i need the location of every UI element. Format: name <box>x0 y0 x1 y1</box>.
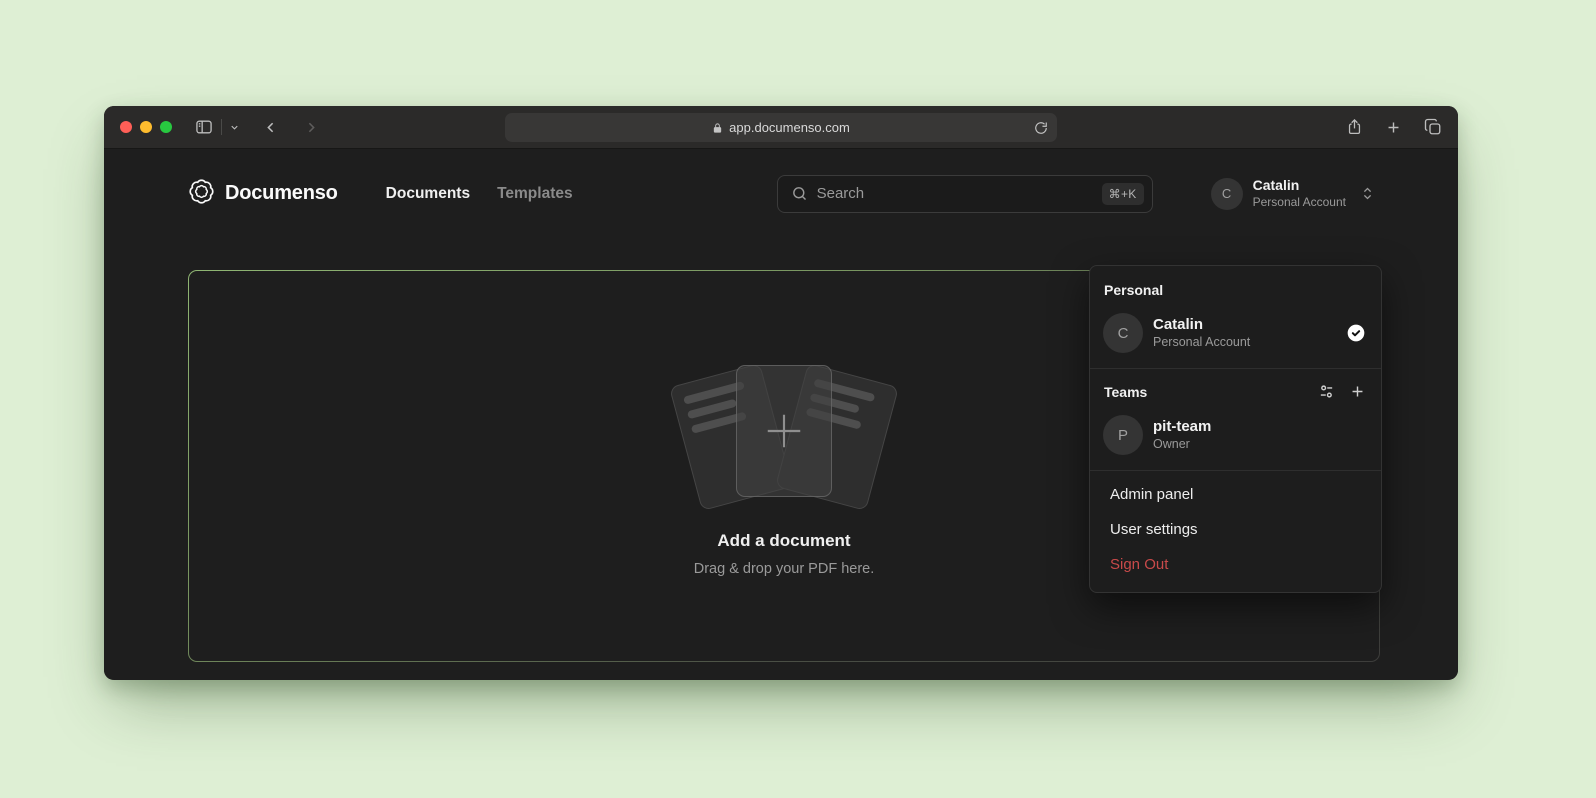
teams-section-header: Teams <box>1090 375 1381 408</box>
add-team-icon[interactable] <box>1349 383 1366 400</box>
lock-icon <box>712 122 723 134</box>
traffic-lights <box>120 121 172 133</box>
documenso-logo[interactable]: Documenso <box>188 178 338 210</box>
close-window-button[interactable] <box>120 121 132 133</box>
app-content: Documenso Documents Templates ⌘+K C Cata… <box>104 149 1458 679</box>
nav-item-templates[interactable]: Templates <box>497 185 573 203</box>
chevron-down-icon[interactable] <box>229 122 240 133</box>
chevrons-up-down-icon <box>1360 186 1375 201</box>
search-shortcut-badge: ⌘+K <box>1102 183 1144 205</box>
main-nav: Documents Templates <box>386 185 573 203</box>
account-subtitle: Personal Account <box>1253 195 1346 210</box>
nav-item-documents[interactable]: Documents <box>386 185 470 203</box>
team-role: Owner <box>1153 436 1211 452</box>
search-bar[interactable]: ⌘+K <box>777 175 1153 213</box>
avatar: C <box>1103 313 1143 353</box>
reload-icon[interactable] <box>1034 121 1048 135</box>
menu-divider <box>1090 368 1381 369</box>
team-item[interactable]: P pit-team Owner <box>1090 408 1381 464</box>
browser-toolbar: app.documenso.com <box>104 106 1458 149</box>
sidebar-icon[interactable] <box>194 117 214 137</box>
dropzone-subtitle: Drag & drop your PDF here. <box>694 561 875 577</box>
account-dropdown-menu: Personal C Catalin Personal Account Team… <box>1089 265 1382 593</box>
personal-account-item[interactable]: C Catalin Personal Account <box>1090 306 1381 362</box>
url-text: app.documenso.com <box>729 120 850 135</box>
share-icon[interactable] <box>1346 118 1363 136</box>
menu-item-admin-panel[interactable]: Admin panel <box>1090 477 1381 512</box>
zoom-window-button[interactable] <box>160 121 172 133</box>
address-bar[interactable]: app.documenso.com <box>505 113 1057 142</box>
documents-illustration <box>674 361 894 501</box>
selected-check-icon <box>1346 323 1366 343</box>
manage-teams-icon[interactable] <box>1318 383 1335 400</box>
minimize-window-button[interactable] <box>140 121 152 133</box>
avatar: P <box>1103 415 1143 455</box>
team-name: pit-team <box>1153 418 1211 437</box>
account-name: Catalin <box>1253 177 1346 195</box>
menu-item-sign-out[interactable]: Sign Out <box>1090 547 1381 582</box>
personal-account-subtitle: Personal Account <box>1153 334 1250 350</box>
dropzone-title: Add a document <box>717 531 850 551</box>
personal-section-label: Personal <box>1090 273 1381 306</box>
avatar: C <box>1211 178 1243 210</box>
browser-window: app.documenso.com <box>104 106 1458 680</box>
menu-item-user-settings[interactable]: User settings <box>1090 512 1381 547</box>
brand-name: Documenso <box>225 182 338 205</box>
personal-account-name: Catalin <box>1153 316 1250 335</box>
documenso-badge-icon <box>188 178 215 210</box>
new-tab-icon[interactable] <box>1385 119 1402 136</box>
account-switcher-button[interactable]: C Catalin Personal Account <box>1211 177 1375 210</box>
back-icon[interactable] <box>262 119 279 136</box>
toolbar-separator <box>221 119 222 135</box>
document-card-center <box>736 365 832 497</box>
teams-section-label: Teams <box>1104 384 1147 400</box>
menu-divider <box>1090 470 1381 471</box>
plus-icon <box>758 405 810 457</box>
forward-icon[interactable] <box>303 119 320 136</box>
search-input[interactable] <box>817 185 1093 202</box>
search-icon <box>791 185 808 202</box>
tab-overview-icon[interactable] <box>1424 118 1442 136</box>
app-header: Documenso Documents Templates ⌘+K C Cata… <box>104 149 1458 238</box>
